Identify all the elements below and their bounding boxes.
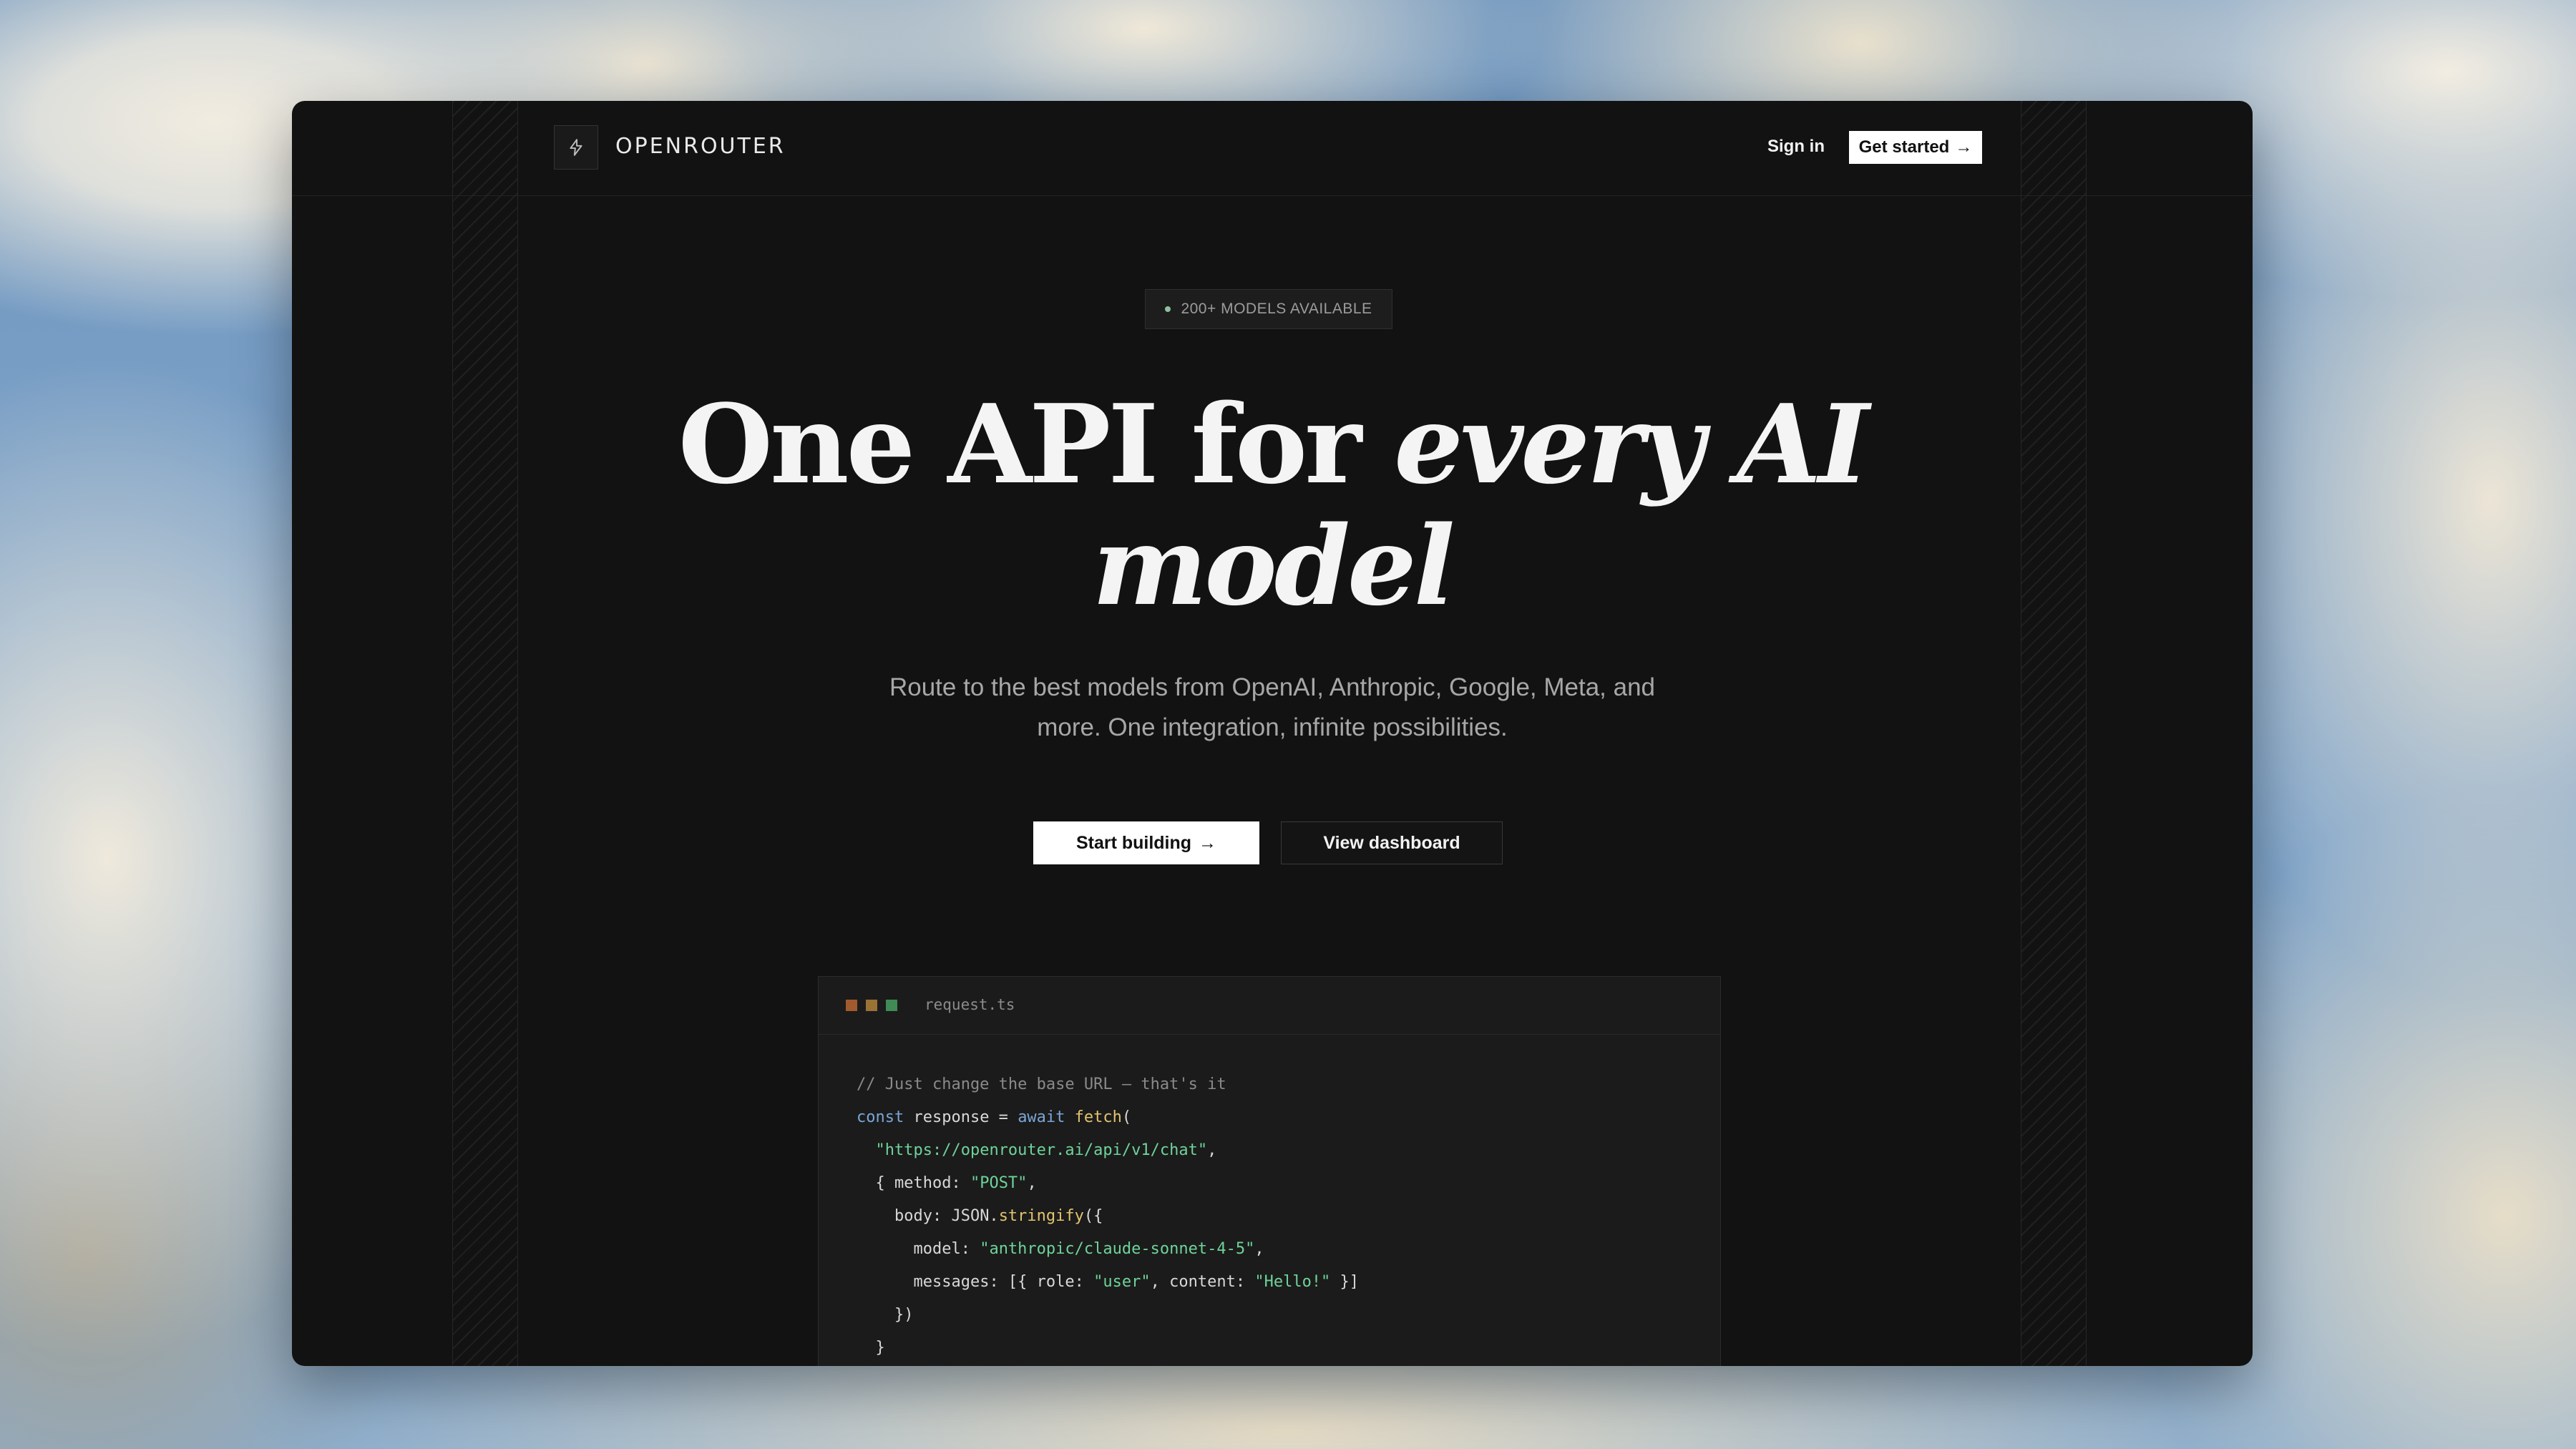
brand-name[interactable]: OPENROUTER — [615, 134, 786, 159]
start-building-button[interactable]: Start building → — [1033, 821, 1259, 864]
get-started-label: Get started — [1858, 137, 1950, 157]
hatch-decoration-left — [452, 101, 518, 1366]
window-control-icon-green — [886, 1000, 897, 1011]
top-navigation: OPENROUTER Sign in Get started → — [292, 101, 2253, 196]
code-line: }) — [894, 1306, 914, 1324]
sign-in-link[interactable]: Sign in — [1767, 137, 1825, 157]
view-dashboard-label: View dashboard — [1323, 832, 1460, 853]
code-line: "https://openrouter.ai/api/v1/chat", — [875, 1141, 1217, 1159]
code-line: model: "anthropic/claude-sonnet-4-5", — [913, 1240, 1264, 1258]
get-started-button[interactable]: Get started → — [1849, 131, 1982, 164]
code-line: { method: "POST", — [875, 1174, 1037, 1192]
headline-italic-line2: model — [1092, 502, 1455, 630]
subtitle-line-1: Route to the best models from OpenAI, An… — [889, 673, 1656, 701]
window-control-icon-red — [846, 1000, 857, 1011]
code-line: messages: [{ role: "user", content: "Hel… — [913, 1273, 1360, 1291]
code-block: request.ts // Just change the base URL —… — [818, 976, 1721, 1366]
start-building-label: Start building — [1075, 832, 1192, 853]
view-dashboard-button[interactable]: View dashboard — [1281, 821, 1503, 864]
code-filename: request.ts — [924, 996, 1015, 1013]
logo-button[interactable] — [554, 125, 598, 170]
subtitle-line-2: more. One integration, infinite possibil… — [1037, 713, 1508, 741]
arrow-right-icon: → — [1199, 832, 1217, 853]
window-control-icon-yellow — [866, 1000, 877, 1011]
headline-italic: every AI — [1394, 380, 1869, 508]
badge-label: 200+ MODELS AVAILABLE — [1181, 301, 1372, 317]
hatch-decoration-right — [2021, 101, 2087, 1366]
status-dot-icon — [1165, 306, 1171, 312]
arrow-right-icon: → — [1955, 137, 1973, 157]
code-header: request.ts — [819, 977, 1720, 1035]
code-line: body: JSON.stringify({ — [894, 1207, 1103, 1225]
code-line: const response = await fetch( — [857, 1108, 1132, 1126]
code-content: // Just change the base URL — that's it c… — [857, 1068, 1359, 1365]
code-line: // Just change the base URL — that's it — [857, 1075, 1226, 1093]
models-badge: 200+ MODELS AVAILABLE — [1145, 289, 1392, 329]
page-title: One API for every AI model — [292, 384, 2253, 627]
app-window: OPENROUTER Sign in Get started → 200+ MO… — [292, 101, 2253, 1366]
code-line: } — [875, 1339, 885, 1357]
hero-subtitle: Route to the best models from OpenAI, An… — [879, 668, 1666, 748]
headline-plain: One API for — [678, 380, 1395, 508]
lightning-bolt-icon — [570, 139, 582, 156]
